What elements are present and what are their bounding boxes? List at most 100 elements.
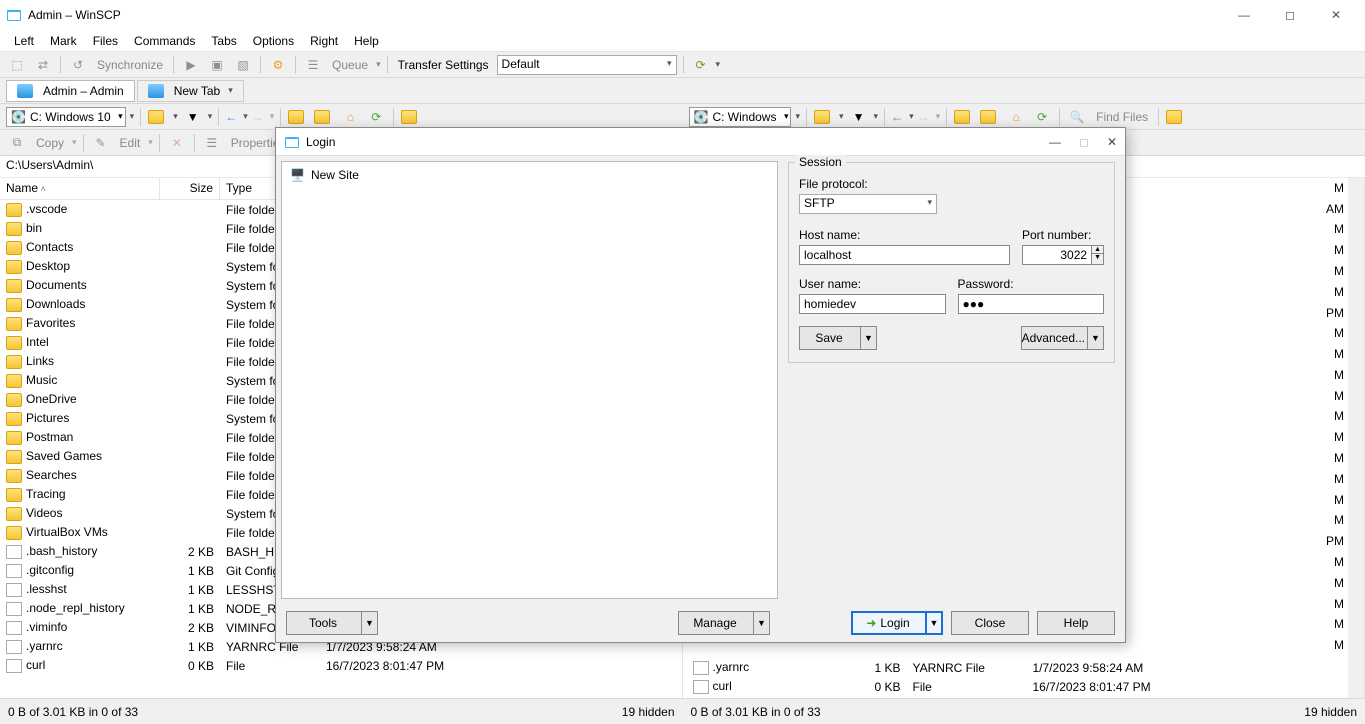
row-icon xyxy=(6,355,22,369)
col-name[interactable]: Name xyxy=(0,178,160,199)
time-fragment: M xyxy=(1326,264,1344,283)
transfer-settings-label: Transfer Settings xyxy=(394,58,493,72)
parent-dir-icon-r[interactable] xyxy=(953,106,975,128)
port-input[interactable] xyxy=(1022,245,1092,265)
queue-icon[interactable]: ☰ xyxy=(302,54,324,76)
tools-dropdown-icon[interactable]: ▼ xyxy=(361,612,377,634)
nav-right: 💽 C: Windows ▾ ▾ ▼ ▾ ←▾ →▾ ⌂ ⟳ 🔍 Find Fi… xyxy=(683,104,1365,129)
terminal-icon[interactable]: ▶ xyxy=(180,54,202,76)
copy-icon[interactable]: ⧉ xyxy=(6,132,28,154)
password-input[interactable] xyxy=(958,294,1105,314)
drive-combo-right[interactable]: 💽 C: Windows xyxy=(689,107,792,127)
table-row[interactable]: curl0 KBFile16/7/2023 8:01:47 PM xyxy=(687,677,1345,696)
row-icon xyxy=(6,545,22,559)
close-button[interactable]: ✕ xyxy=(1313,0,1359,30)
port-spin-up[interactable]: ▲ xyxy=(1092,246,1103,254)
copy-label[interactable]: Copy xyxy=(32,136,68,150)
stop-icon[interactable]: ▧ xyxy=(232,54,254,76)
login-dropdown-icon[interactable]: ▼ xyxy=(925,613,941,633)
filter-icon-r[interactable]: ▼ xyxy=(848,106,870,128)
close-dialog-button[interactable]: Close xyxy=(951,611,1029,635)
drive-combo-left[interactable]: 💽 C: Windows 10 xyxy=(6,107,126,127)
back-icon-r[interactable]: ← xyxy=(891,110,905,124)
tools-button[interactable]: Tools▼ xyxy=(286,611,378,635)
maximize-button[interactable]: ◻ xyxy=(1267,0,1313,30)
save-dropdown-icon[interactable]: ▼ xyxy=(860,327,876,349)
dlg-close-button[interactable]: ✕ xyxy=(1107,135,1117,149)
col-size[interactable]: Size xyxy=(160,178,220,199)
parent-dir-icon[interactable] xyxy=(287,106,309,128)
dlg-max-button[interactable]: ◻ xyxy=(1079,135,1089,149)
sync-icon[interactable]: ↺ xyxy=(67,54,89,76)
home-icon[interactable]: ⌂ xyxy=(339,106,361,128)
tab-new[interactable]: New Tab ▾ xyxy=(137,80,244,102)
row-icon xyxy=(6,336,22,350)
port-spin-down[interactable]: ▼ xyxy=(1092,254,1103,261)
time-fragment: M xyxy=(1326,430,1344,449)
refresh-icon-r[interactable]: ⟳ xyxy=(1031,106,1053,128)
open-dir-icon[interactable] xyxy=(147,106,169,128)
dlg-min-button[interactable]: — xyxy=(1049,135,1061,149)
menu-commands[interactable]: Commands xyxy=(126,32,203,50)
find-files-icon[interactable]: 🔍 xyxy=(1066,106,1088,128)
port-label: Port number: xyxy=(1022,228,1104,242)
bookmark-icon-r[interactable] xyxy=(1165,106,1187,128)
power-icon[interactable]: ⟳ xyxy=(690,54,712,76)
app-icon xyxy=(6,7,22,23)
menu-mark[interactable]: Mark xyxy=(42,32,85,50)
row-icon xyxy=(6,583,22,597)
edit-label[interactable]: Edit xyxy=(116,136,145,150)
host-input[interactable] xyxy=(799,245,1010,265)
forward-icon-r[interactable]: → xyxy=(918,110,932,124)
props-icon[interactable]: ☰ xyxy=(201,132,223,154)
session-compare-icon[interactable]: ⬚ xyxy=(6,54,28,76)
back-icon[interactable]: ← xyxy=(225,110,239,124)
save-button[interactable]: Save▼ xyxy=(799,326,877,350)
row-icon xyxy=(6,659,22,673)
bookmark-icon[interactable] xyxy=(400,106,422,128)
site-tree[interactable]: 🖥️ New Site xyxy=(281,161,778,599)
user-input[interactable] xyxy=(799,294,946,314)
file-list-right-tail[interactable]: .yarnrc1 KBYARNRC File1/7/2023 9:58:24 A… xyxy=(687,658,1345,696)
help-button[interactable]: Help xyxy=(1037,611,1115,635)
manage-button[interactable]: Manage▼ xyxy=(678,611,770,635)
table-row[interactable]: curl0 KBFile16/7/2023 8:01:47 PM xyxy=(0,656,682,675)
menu-tabs[interactable]: Tabs xyxy=(203,32,244,50)
transfer-settings-combo[interactable]: Default xyxy=(497,55,677,75)
login-arrow-icon: ➜ xyxy=(866,616,876,630)
sync-browse-icon[interactable]: ⇄ xyxy=(32,54,54,76)
find-files-label[interactable]: Find Files xyxy=(1092,110,1152,124)
scrollbar-right[interactable] xyxy=(1348,178,1364,698)
login-button[interactable]: ➜ Login▼ xyxy=(851,611,943,635)
pause-icon[interactable]: ▣ xyxy=(206,54,228,76)
menu-right[interactable]: Right xyxy=(302,32,346,50)
queue-label[interactable]: Queue xyxy=(328,58,372,72)
forward-icon[interactable]: → xyxy=(252,110,266,124)
menu-left[interactable]: Left xyxy=(6,32,42,50)
delete-icon[interactable]: ✕ xyxy=(166,132,188,154)
root-dir-icon[interactable] xyxy=(313,106,335,128)
row-icon xyxy=(693,680,709,694)
login-dialog: Login — ◻ ✕ 🖥️ New Site Session File pro… xyxy=(275,127,1126,643)
edit-icon[interactable]: ✎ xyxy=(90,132,112,154)
menu-options[interactable]: Options xyxy=(245,32,302,50)
row-icon xyxy=(6,203,22,217)
tab-active-session[interactable]: Admin – Admin xyxy=(6,80,135,102)
filter-icon[interactable]: ▼ xyxy=(182,106,204,128)
table-row[interactable]: .yarnrc1 KBYARNRC File1/7/2023 9:58:24 A… xyxy=(687,658,1345,677)
minimize-button[interactable]: — xyxy=(1221,0,1267,30)
right-times-slice: MAMMMMMPMMMMMMMMMMMPMMMMMM xyxy=(1326,180,1344,658)
synchronize-label[interactable]: Synchronize xyxy=(93,58,167,72)
advanced-button[interactable]: Advanced...▼ xyxy=(1021,326,1104,350)
protocol-combo[interactable]: SFTP xyxy=(799,194,937,214)
menu-files[interactable]: Files xyxy=(85,32,126,50)
open-dir-icon-r[interactable] xyxy=(813,106,835,128)
site-item-new-site[interactable]: 🖥️ New Site xyxy=(286,166,773,184)
refresh-icon[interactable]: ⟳ xyxy=(365,106,387,128)
settings-icon[interactable]: ⚙ xyxy=(267,54,289,76)
advanced-dropdown-icon[interactable]: ▼ xyxy=(1087,327,1103,349)
menu-help[interactable]: Help xyxy=(346,32,387,50)
home-icon-r[interactable]: ⌂ xyxy=(1005,106,1027,128)
root-dir-icon-r[interactable] xyxy=(979,106,1001,128)
manage-dropdown-icon[interactable]: ▼ xyxy=(753,612,769,634)
